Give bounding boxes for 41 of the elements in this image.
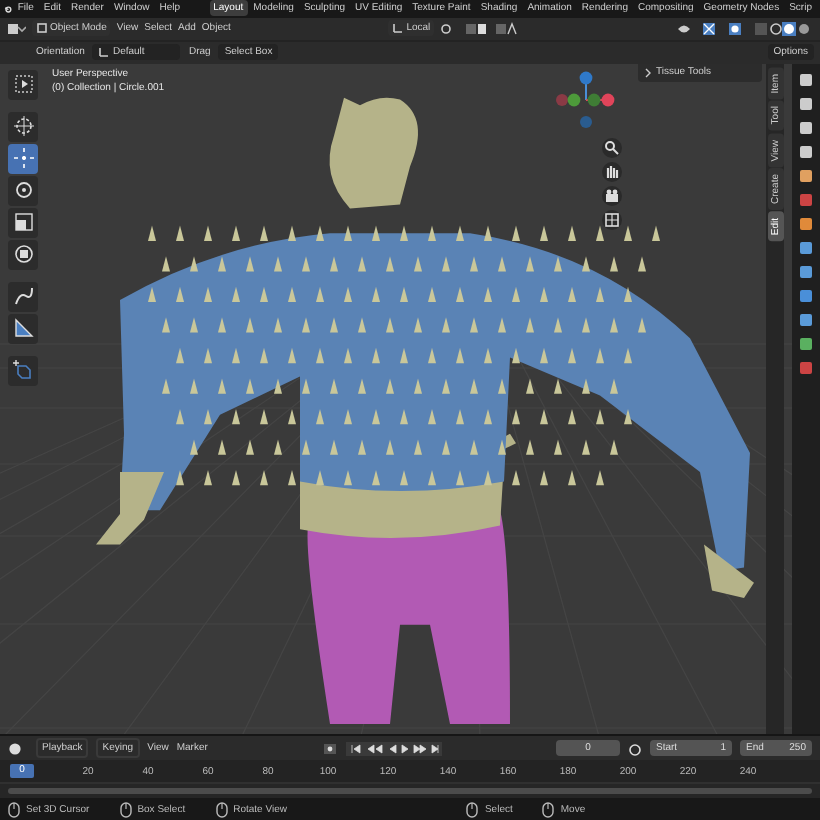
tool-button[interactable] xyxy=(8,281,38,312)
ruler-icon xyxy=(11,316,35,341)
shading-modes-icon[interactable] xyxy=(754,21,815,36)
axis-gizmo-drawing xyxy=(556,71,615,128)
snap-icon[interactable] xyxy=(464,21,489,36)
timeline-scrollbar[interactable] xyxy=(8,788,812,795)
mouse-icon xyxy=(542,801,555,818)
pen-icon xyxy=(11,284,35,309)
tool-button[interactable] xyxy=(8,175,38,206)
tool-button[interactable] xyxy=(8,111,38,142)
rotate-icon xyxy=(11,178,35,203)
mouse-icon xyxy=(8,801,20,818)
record-icon[interactable] xyxy=(321,741,338,756)
zoom-icon[interactable] xyxy=(602,137,622,158)
select-box-icon xyxy=(11,72,35,97)
tool-button[interactable] xyxy=(8,143,38,174)
tool-button[interactable] xyxy=(8,69,38,100)
editor-type-icon[interactable] xyxy=(6,21,26,36)
tool-button[interactable] xyxy=(8,313,38,344)
cube-icon xyxy=(36,22,48,35)
stopwatch-icon[interactable] xyxy=(628,741,642,756)
blender-logo-icon[interactable] xyxy=(4,1,12,16)
mouse-icon xyxy=(119,801,132,818)
cursor-icon xyxy=(11,114,35,139)
camera-icon[interactable] xyxy=(602,185,622,206)
tool-button[interactable] xyxy=(8,239,38,270)
scale-icon xyxy=(11,210,35,235)
mouse-icon xyxy=(466,801,479,818)
add-cube-icon xyxy=(11,358,35,383)
transform-icon xyxy=(11,242,35,267)
chevron-icon xyxy=(644,67,652,78)
proportional-edit-icon[interactable] xyxy=(494,21,519,36)
tool-button[interactable] xyxy=(8,355,38,386)
axes-icon xyxy=(392,22,405,35)
playback-controls-icon[interactable] xyxy=(345,741,442,756)
tool-button[interactable] xyxy=(8,207,38,238)
move-icon xyxy=(11,146,35,171)
grid-icon[interactable] xyxy=(602,209,622,230)
axes-icon xyxy=(98,46,111,59)
hand-icon[interactable] xyxy=(602,161,622,182)
mouse-icon xyxy=(215,801,228,818)
